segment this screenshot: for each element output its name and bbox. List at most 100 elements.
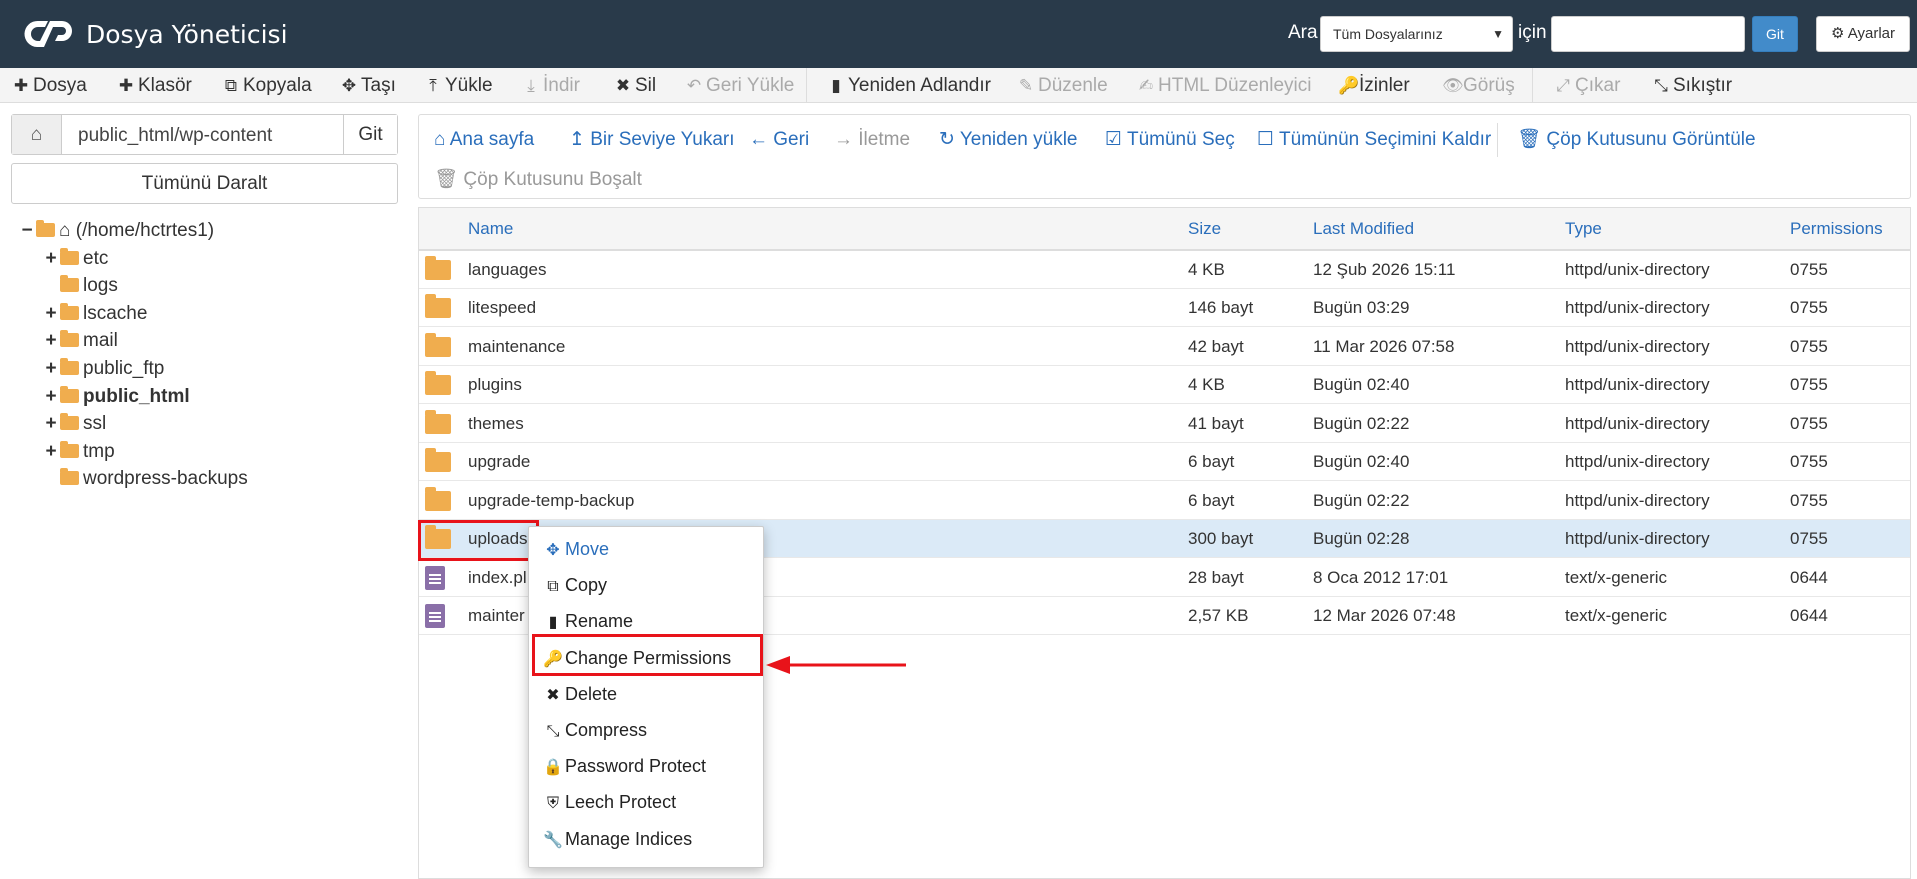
- collapse-toggle-icon[interactable]: −: [20, 218, 34, 244]
- table-row[interactable]: upgrade-temp-backup 6 bayt Bugün 02:22 h…: [419, 482, 1910, 520]
- view-button[interactable]: 👁Görüş: [1442, 68, 1515, 103]
- plus-icon: ✚: [118, 76, 134, 95]
- table-row[interactable]: themes 41 bayt Bugün 02:22 httpd/unix-di…: [419, 405, 1910, 443]
- home-icon[interactable]: ⌂: [12, 115, 62, 154]
- restore-button[interactable]: ↶ Geri Yükle: [685, 68, 794, 103]
- view-trash-button[interactable]: 🗑 Çöp Kutusunu Görüntüle: [1517, 123, 1756, 157]
- tree-item-wordpress-backups[interactable]: wordpress-backups: [44, 466, 248, 492]
- home-icon: ⌂: [59, 220, 76, 241]
- expand-toggle-icon[interactable]: +: [44, 301, 58, 327]
- toolbar-divider: [806, 68, 807, 103]
- file-modified: Bugün 02:28: [1313, 529, 1410, 548]
- trash-icon: 🗑: [1517, 129, 1547, 150]
- rename-button[interactable]: ▮ Yeniden Adlandır: [827, 68, 991, 103]
- search-label: Ara: [1288, 22, 1318, 43]
- home-nav-button[interactable]: ⌂ Ana sayfa: [434, 123, 534, 157]
- tree-item-label: etc: [83, 248, 109, 269]
- table-row[interactable]: litespeed 146 bayt Bugün 03:29 httpd/uni…: [419, 289, 1910, 327]
- settings-button[interactable]: ⚙ Ayarlar: [1816, 16, 1910, 52]
- checkbox-empty-icon: ☐: [1257, 129, 1279, 150]
- menu-item-delete[interactable]: ✖ Delete: [543, 679, 617, 709]
- collapse-all-button[interactable]: Tümünü Daralt: [11, 163, 398, 204]
- column-last-modified[interactable]: Last Modified: [1313, 219, 1414, 239]
- path-go-button[interactable]: Git: [343, 115, 397, 154]
- column-type[interactable]: Type: [1565, 219, 1602, 239]
- tree-item-etc[interactable]: + etc: [44, 246, 108, 272]
- search-scope-select[interactable]: Tüm Dosyalarınız ▼: [1320, 16, 1513, 52]
- menu-item-rename[interactable]: ▮ Rename: [543, 606, 633, 636]
- gear-icon: ⚙: [1830, 25, 1845, 42]
- file-modified: Bugün 02:22: [1313, 414, 1410, 433]
- menu-item-password-protect[interactable]: 🔒 Password Protect: [543, 751, 706, 781]
- menu-item-move[interactable]: ✥ Move: [543, 534, 609, 564]
- back-button[interactable]: ← Geri: [749, 123, 809, 157]
- highlight-change-permissions: [532, 634, 763, 676]
- deselect-all-button[interactable]: ☐ Tümünün Seçimini Kaldır: [1257, 123, 1491, 157]
- table-row[interactable]: upgrade 6 bayt Bugün 02:40 httpd/unix-di…: [419, 443, 1910, 481]
- new-file-button[interactable]: ✚ Dosya: [12, 68, 87, 103]
- table-row[interactable]: plugins 4 KB Bugün 02:40 httpd/unix-dire…: [419, 366, 1910, 404]
- empty-trash-button[interactable]: 🗑 Çöp Kutusunu Boşalt: [434, 163, 642, 197]
- menu-item-compress[interactable]: ⤡ Compress: [543, 715, 647, 745]
- edit-button[interactable]: ✎ Düzenle: [1017, 68, 1108, 103]
- file-size: 4 KB: [1188, 375, 1225, 394]
- permissions-label: İzinler: [1359, 75, 1410, 96]
- tree-item-public-ftp[interactable]: + public_ftp: [44, 356, 164, 382]
- download-button[interactable]: ⤓ İndir: [522, 68, 580, 103]
- file-size: 2,57 KB: [1188, 606, 1249, 625]
- menu-item-copy[interactable]: ⧉ Copy: [543, 570, 607, 600]
- for-label: için: [1518, 22, 1547, 43]
- search-input[interactable]: [1551, 16, 1745, 52]
- tree-item-logs[interactable]: logs: [44, 273, 118, 299]
- folder-icon: [60, 413, 79, 430]
- expand-toggle-icon[interactable]: +: [44, 384, 58, 410]
- column-permissions[interactable]: Permissions: [1790, 219, 1883, 239]
- extract-label: Çıkar: [1575, 75, 1621, 96]
- tree-root[interactable]: − ⌂ (/home/hctrtes1): [20, 218, 214, 244]
- compress-label: Sıkıştır: [1673, 75, 1733, 96]
- forward-button[interactable]: → İletme: [834, 123, 910, 157]
- file-modified: Bugün 02:40: [1313, 452, 1410, 471]
- menu-item-move-label: Move: [565, 539, 610, 559]
- folder-icon: [60, 330, 79, 347]
- menu-item-leech-protect[interactable]: ⛨ Leech Protect: [543, 787, 676, 817]
- tree-item-public-html[interactable]: + public_html: [44, 384, 190, 410]
- folder-icon: [425, 487, 451, 511]
- path-input[interactable]: public_html/wp-content: [78, 125, 272, 147]
- new-folder-button[interactable]: ✚ Klasör: [117, 68, 192, 103]
- move-button[interactable]: ✥ Taşı: [340, 68, 396, 103]
- tree-item-ssl[interactable]: + ssl: [44, 411, 106, 437]
- expand-toggle-icon[interactable]: +: [44, 411, 58, 437]
- column-name[interactable]: Name: [468, 219, 513, 239]
- select-all-button[interactable]: ☑ Tümünü Seç: [1105, 123, 1235, 157]
- copy-button[interactable]: ⧉ Kopyala: [222, 68, 312, 103]
- html-editor-button[interactable]: ✍ HTML Düzenleyici: [1137, 68, 1312, 103]
- tree-item-tmp[interactable]: + tmp: [44, 439, 115, 465]
- file-name: upgrade-temp-backup: [468, 491, 635, 510]
- menu-item-manage-indices-label: Manage Indices: [565, 829, 693, 849]
- file-permissions: 0644: [1790, 606, 1828, 625]
- file-text-icon: [425, 566, 445, 590]
- permissions-button[interactable]: 🔑İzinler: [1338, 68, 1410, 103]
- table-row[interactable]: maintenance 42 bayt 11 Mar 2026 07:58 ht…: [419, 328, 1910, 366]
- delete-button[interactable]: ✖ Sil: [614, 68, 656, 103]
- app-title[interactable]: Dosya Yöneticisi: [86, 20, 288, 49]
- new-folder-label: Klasör: [138, 75, 192, 96]
- menu-item-manage-indices[interactable]: 🔧 Manage Indices: [543, 824, 692, 854]
- tree-item-lscache[interactable]: + lscache: [44, 301, 147, 327]
- cpanel-logo-icon[interactable]: [22, 15, 80, 53]
- column-size[interactable]: Size: [1188, 219, 1221, 239]
- tree-item-mail[interactable]: + mail: [44, 328, 118, 354]
- upload-button[interactable]: ⤒ Yükle: [424, 68, 492, 103]
- expand-toggle-icon[interactable]: +: [44, 356, 58, 382]
- expand-toggle-icon[interactable]: +: [44, 246, 58, 272]
- search-go-button[interactable]: Git: [1752, 16, 1798, 52]
- reload-button[interactable]: ↻ Yeniden yükle: [939, 123, 1077, 157]
- folder-icon: [425, 256, 451, 280]
- expand-toggle-icon[interactable]: +: [44, 439, 58, 465]
- compress-button[interactable]: ⤡ Sıkıştır: [1652, 68, 1732, 103]
- table-row[interactable]: languages 4 KB 12 Şub 2026 15:11 httpd/u…: [419, 251, 1910, 289]
- expand-toggle-icon[interactable]: +: [44, 328, 58, 354]
- up-one-level-button[interactable]: ↥ Bir Seviye Yukarı: [569, 123, 735, 157]
- extract-button[interactable]: ⤢ Çıkar: [1554, 68, 1620, 103]
